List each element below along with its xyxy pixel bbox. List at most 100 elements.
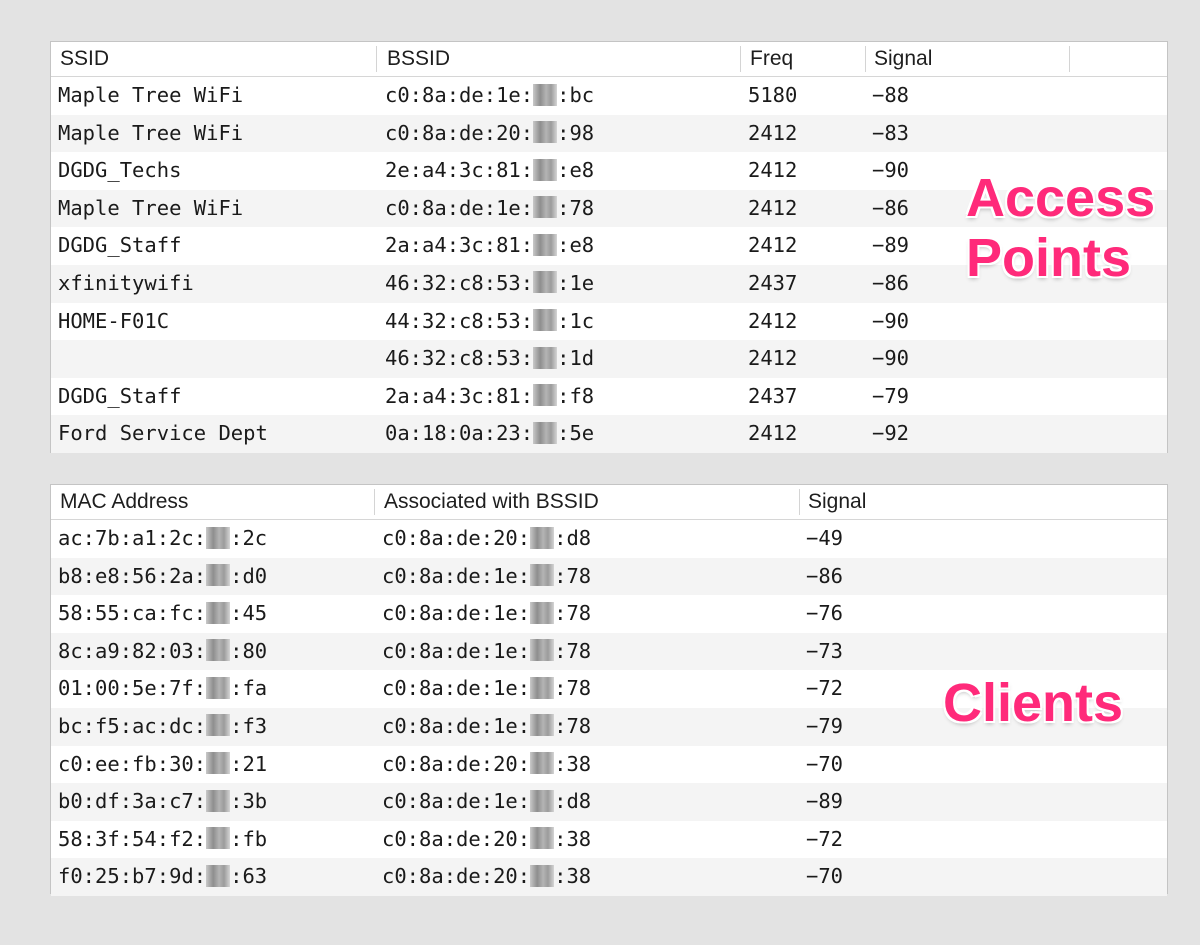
redacted-octet (206, 714, 231, 737)
signal-cell: −90 (872, 308, 910, 333)
signal-cell: −49 (806, 526, 844, 550)
redacted-octet (530, 752, 555, 775)
associated-bssid-cell: c0:8a:de:20: :38 (382, 858, 591, 896)
column-header-bssid[interactable]: BSSID (387, 42, 450, 76)
mac-suffix: :78 (554, 601, 592, 626)
mac-prefix: b0:df:3a:c7: (58, 789, 207, 814)
client-row[interactable]: c0:ee:fb:30::21 c0:8a:de:20::38 −70 (51, 746, 1167, 784)
access-point-row[interactable]: HOME-F01C 44:32:c8:53::1c 2412 −90 (51, 303, 1167, 341)
mac-suffix: :2c (230, 526, 268, 550)
client-row[interactable]: 58:55:ca:fc::45 c0:8a:de:1e::78 −76 (51, 595, 1167, 633)
freq-cell: 2412 (748, 421, 798, 446)
mac-suffix: :38 (554, 826, 592, 851)
mac-suffix: :d8 (554, 526, 592, 550)
access-point-row[interactable]: Ford Service Dept 0a:18:0a:23::5e 2412 −92 (51, 415, 1167, 453)
column-header-signal[interactable]: Signal (808, 485, 866, 519)
access-point-row[interactable]: 46:32:c8:53::1d 2412 −90 (51, 340, 1167, 378)
column-divider[interactable] (1069, 46, 1070, 72)
associated-bssid-cell-value: c0:8a:de:20::d8 (382, 520, 591, 558)
access-point-row[interactable]: Maple Tree WiFi c0:8a:de:1e::bc 5180 −88 (51, 77, 1167, 115)
bssid-cell-value: c0:8a:de:20::98 (385, 115, 594, 153)
column-divider[interactable] (740, 46, 741, 72)
redacted-octet (206, 639, 231, 662)
signal-cell: −90 (872, 346, 910, 371)
mac-prefix: c0:8a:de:1e: (382, 713, 531, 738)
mac-address-cell: b8:e8:56:2a::d0 (58, 558, 267, 596)
mac-suffix: :38 (554, 864, 592, 889)
freq-cell: 2412 (748, 195, 798, 220)
mac-prefix: c0:8a:de:20: (382, 864, 531, 889)
access-point-row[interactable]: DGDG_Staff 2a:a4:3c:81::f8 2437 −79 (51, 378, 1167, 416)
mac-prefix: c0:ee:fb:30: (58, 751, 207, 776)
associated-bssid-cell-value: c0:8a:de:20: :38 (382, 821, 591, 859)
redacted-octet (533, 83, 558, 106)
freq-cell: 5180 (748, 83, 798, 107)
associated-bssid-cell-value: c0:8a:de:1e::d8 (382, 783, 591, 821)
mac-suffix: :78 (554, 638, 592, 663)
client-row[interactable]: 8c:a9:82:03::80 c0:8a:de:1e::78 −73 (51, 632, 1167, 671)
associated-bssid-cell: c0:8a:de:1e::78 (382, 558, 591, 596)
bssid-cell-value: 2a:a4:3c:81: :e8 (385, 227, 594, 265)
redacted-octet (530, 864, 555, 887)
mac-suffix: :45 (230, 601, 268, 626)
access-points-header: SSID BSSID Freq Signal (51, 42, 1167, 77)
column-header-signal[interactable]: Signal (874, 42, 932, 76)
redacted-octet (206, 864, 231, 887)
mac-suffix: :bc (557, 83, 595, 107)
associated-bssid-cell: c0:8a:de:20: :38 (382, 821, 591, 859)
client-row[interactable]: b8:e8:56:2a::d0 c0:8a:de:1e::78 −86 (51, 557, 1167, 596)
column-header-associated-bssid[interactable]: Associated with BSSID (384, 485, 599, 519)
mac-suffix: :1c (557, 308, 595, 333)
redacted-octet (206, 526, 231, 549)
mac-prefix: 2a:a4:3c:81: (385, 233, 534, 258)
signal-cell: −88 (872, 83, 910, 107)
mac-address-cell: b0:df:3a:c7::3b (58, 783, 267, 821)
client-row[interactable]: f0:25:b7:9d::63 c0:8a:de:20::38 −70 (51, 858, 1167, 896)
redacted-octet (533, 346, 558, 369)
ssid-cell: DGDG_Staff (58, 233, 182, 258)
column-header-mac-address[interactable]: MAC Address (60, 485, 188, 519)
column-divider[interactable] (374, 489, 375, 515)
client-row[interactable]: 58:3f:54:f2::fb c0:8a:de:20::38 −72 (51, 821, 1167, 859)
mac-suffix: :38 (554, 751, 592, 776)
client-row[interactable]: ac:7b:a1:2c: :2c c0:8a:de:20::d8 −49 (51, 520, 1167, 558)
bssid-cell-value: 44:32:c8:53::1c (385, 303, 594, 341)
mac-prefix: c0:8a:de:20: (385, 120, 534, 145)
bssid-cell: c0:8a:de:1e::78 (385, 190, 594, 228)
client-row[interactable]: b0:df:3a:c7::3b c0:8a:de:1e::d8 −89 (51, 783, 1167, 821)
mac-suffix: :e8 (557, 233, 595, 258)
redacted-octet (533, 309, 558, 332)
redacted-octet (530, 601, 555, 624)
signal-cell: −79 (872, 383, 910, 408)
column-header-freq[interactable]: Freq (750, 42, 793, 76)
freq-cell: 2437 (748, 270, 798, 295)
redacted-octet (206, 827, 231, 850)
associated-bssid-cell: c0:8a:de:1e::78 (382, 670, 591, 708)
mac-prefix: 2e:a4:3c:81: (385, 158, 534, 183)
bssid-cell: 2a:a4:3c:81::f8 (385, 378, 594, 416)
mac-prefix: c0:8a:de:20: (382, 826, 531, 851)
mac-suffix: :78 (554, 563, 592, 588)
mac-prefix: ac:7b:a1:2c: (58, 526, 207, 550)
mac-prefix: 58:3f:54:f2: (58, 826, 207, 851)
mac-suffix: :f3 (230, 713, 268, 738)
associated-bssid-cell: c0:8a:de:1e::78 (382, 633, 591, 671)
mac-suffix: :f8 (557, 383, 595, 408)
column-divider[interactable] (799, 489, 800, 515)
signal-cell: −86 (872, 270, 910, 295)
access-point-row[interactable]: Maple Tree WiFi c0:8a:de:20::98 2412 −83 (51, 114, 1167, 153)
freq-cell: 2412 (748, 120, 798, 145)
column-divider[interactable] (376, 46, 377, 72)
redacted-octet (206, 789, 231, 812)
mac-address-cell: 01:00:5e:7f::fa (58, 670, 267, 708)
mac-suffix: :1d (557, 346, 595, 371)
redacted-octet (530, 789, 555, 812)
ssid-cell: Maple Tree WiFi (58, 83, 244, 107)
column-header-ssid[interactable]: SSID (60, 42, 109, 76)
redacted-octet (206, 752, 231, 775)
column-divider[interactable] (865, 46, 866, 72)
mac-suffix: :78 (554, 713, 592, 738)
mac-prefix: 58:55:ca:fc: (58, 601, 207, 626)
mac-address-cell: ac:7b:a1:2c: :2c (58, 520, 267, 558)
mac-address-cell-value: ac:7b:a1:2c: :2c (58, 520, 267, 558)
